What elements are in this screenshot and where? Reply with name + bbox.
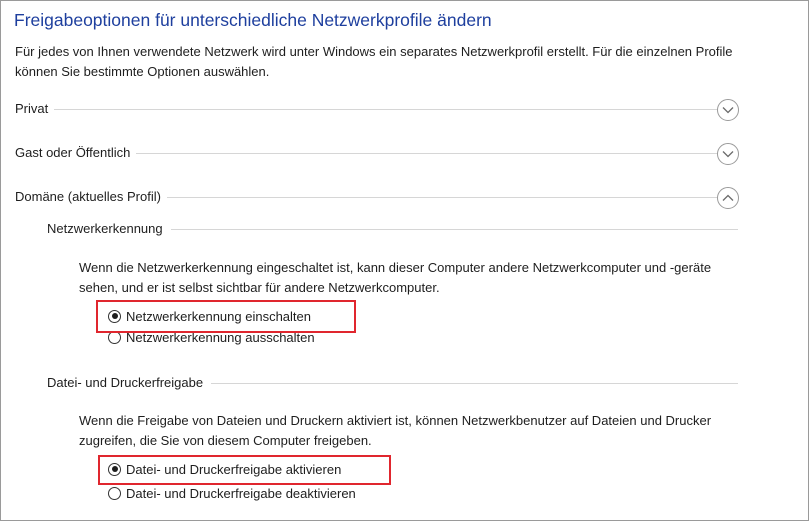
file-printer-sharing-off-option[interactable]: Datei- und Druckerfreigabe deaktivieren xyxy=(108,484,356,502)
chevron-down-icon xyxy=(722,151,734,158)
file-printer-sharing-off-radio[interactable] xyxy=(108,486,121,500)
profile-section-domain[interactable]: Domäne (aktuelles Profil) xyxy=(15,186,736,206)
subsection-divider xyxy=(211,382,738,384)
highlight-box-file-printer-sharing xyxy=(98,455,391,485)
page-title: Freigabeoptionen für unterschiedliche Ne… xyxy=(14,10,492,30)
section-divider xyxy=(166,196,736,198)
settings-window: Freigabeoptionen für unterschiedliche Ne… xyxy=(0,0,809,521)
collapse-domain-button[interactable] xyxy=(717,187,739,209)
chevron-down-icon xyxy=(722,107,734,114)
network-discovery-description: Wenn die Netzwerkerkennung eingeschaltet… xyxy=(79,260,712,295)
expand-private-button[interactable] xyxy=(717,99,739,121)
profile-label-guest-public: Gast oder Öffentlich xyxy=(15,144,131,160)
section-divider xyxy=(136,152,736,154)
highlight-box-network-discovery xyxy=(96,300,356,333)
profile-label-domain: Domäne (aktuelles Profil) xyxy=(15,188,161,204)
profile-section-private[interactable]: Privat xyxy=(15,98,736,118)
section-divider xyxy=(54,108,736,110)
file-printer-sharing-description: Wenn die Freigabe von Dateien und Drucke… xyxy=(79,413,712,448)
network-discovery-heading-label: Netzwerkerkennung xyxy=(47,220,163,236)
file-printer-sharing-off-label[interactable]: Datei- und Druckerfreigabe deaktivieren xyxy=(126,486,356,501)
expand-guest-public-button[interactable] xyxy=(717,143,739,165)
profile-label-private: Privat xyxy=(15,100,49,116)
chevron-up-icon xyxy=(722,194,734,201)
profile-section-guest-public[interactable]: Gast oder Öffentlich xyxy=(15,142,736,162)
file-printer-sharing-heading: Datei- und Druckerfreigabe xyxy=(47,372,738,392)
page-description: Für jedes von Ihnen verwendete Netzwerk … xyxy=(15,44,733,79)
subsection-divider xyxy=(170,228,738,230)
file-printer-sharing-heading-label: Datei- und Druckerfreigabe xyxy=(47,374,204,390)
network-discovery-heading: Netzwerkerkennung xyxy=(47,218,738,238)
